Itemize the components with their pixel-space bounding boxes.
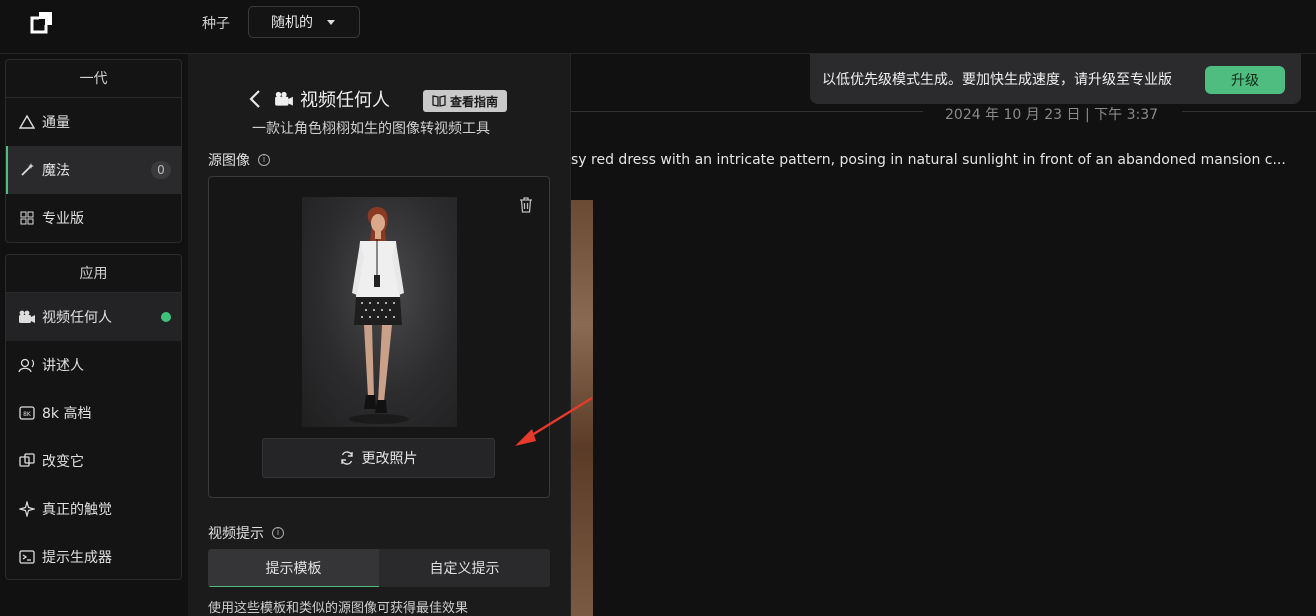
camera-icon xyxy=(18,308,36,326)
sidebar-item-change-it[interactable]: 改变它 xyxy=(6,437,181,485)
info-icon[interactable]: i xyxy=(272,527,284,539)
sidebar-item-label: 改变它 xyxy=(42,454,84,470)
divider xyxy=(571,111,923,112)
panel-header: 视频任何人 xyxy=(248,86,390,112)
nav-group-apps: 应用 视频任何人 讲述人 8K 8k 高档 改变它 真正的触觉 提示生成器 xyxy=(5,254,182,580)
sidebar-item-video-anyone[interactable]: 视频任何人 xyxy=(6,293,181,341)
active-status-dot xyxy=(161,312,171,322)
trash-icon[interactable] xyxy=(519,197,533,213)
sidebar-item-label: 8k 高档 xyxy=(42,406,92,422)
triangle-icon xyxy=(18,113,36,131)
book-icon xyxy=(432,95,446,107)
upgrade-toast: 以低优先级模式生成。要加快生成速度，请升级至专业版 升级 xyxy=(810,54,1301,104)
sidebar-item-flux[interactable]: 通量 xyxy=(6,98,181,146)
seed-select-value: 随机的 xyxy=(271,15,313,31)
video-prompt-label-text: 视频提示 xyxy=(208,526,264,542)
change-photo-button[interactable]: 更改照片 xyxy=(262,438,495,478)
sidebar-item-real-touch[interactable]: 真正的触觉 xyxy=(6,485,181,533)
sidebar-item-narrator[interactable]: 讲述人 xyxy=(6,341,181,389)
source-photo xyxy=(302,197,457,427)
generation-prompt: sy red dress with an intricate pattern, … xyxy=(571,152,1286,168)
toast-message: 以低优先级模式生成。要加快生成速度，请升级至专业版 xyxy=(822,72,1172,88)
seed-label: 种子 xyxy=(202,16,230,32)
template-hint: 使用这些模板和类似的源图像可获得最佳效果 xyxy=(208,601,469,616)
source-image-label-text: 源图像 xyxy=(208,153,250,169)
nav-group-title: 应用 xyxy=(6,255,181,293)
prompt-tabs: 提示模板 自定义提示 xyxy=(208,549,550,587)
swap-icon xyxy=(18,452,36,470)
tab-prompt-template[interactable]: 提示模板 xyxy=(208,549,379,587)
sidebar-item-label: 提示生成器 xyxy=(42,550,112,566)
8k-icon: 8K xyxy=(18,404,36,422)
sidebar-item-label: 专业版 xyxy=(42,211,84,227)
model-figure-illustration xyxy=(349,207,409,424)
sidebar-item-magic[interactable]: 魔法 0 xyxy=(6,146,181,194)
camera-icon xyxy=(275,91,293,106)
refresh-icon xyxy=(340,451,353,465)
sidebar-item-label: 通量 xyxy=(42,115,70,131)
nav-group-generation: 一代 通量 魔法 0 专业版 xyxy=(5,59,182,243)
change-photo-label: 更改照片 xyxy=(361,451,418,467)
tab-custom-prompt[interactable]: 自定义提示 xyxy=(379,549,550,587)
logo-icon[interactable] xyxy=(30,10,54,34)
sidebar-item-label: 讲述人 xyxy=(42,358,84,374)
info-icon[interactable]: i xyxy=(258,154,270,166)
chevron-left-icon[interactable] xyxy=(248,89,262,109)
upgrade-button[interactable]: 升级 xyxy=(1205,66,1285,94)
magic-wand-icon xyxy=(18,161,36,179)
sidebar-item-label: 视频任何人 xyxy=(42,310,112,326)
source-image-label: 源图像 i xyxy=(208,150,270,170)
grid-icon xyxy=(18,209,36,227)
sidebar-item-8k-upscale[interactable]: 8K 8k 高档 xyxy=(6,389,181,437)
terminal-icon xyxy=(18,548,36,566)
annotation-arrow-icon xyxy=(515,396,593,446)
sidebar-item-label: 魔法 xyxy=(42,163,70,179)
sidebar-item-pro[interactable]: 专业版 xyxy=(6,194,181,242)
sidebar-item-prompt-generator[interactable]: 提示生成器 xyxy=(6,533,181,581)
divider xyxy=(1182,111,1316,112)
page-title: 视频任何人 xyxy=(300,90,390,111)
svg-text:8K: 8K xyxy=(23,411,32,418)
sidebar-item-label: 真正的触觉 xyxy=(42,502,112,518)
source-image-box: 更改照片 xyxy=(208,176,550,498)
view-guide-label: 查看指南 xyxy=(449,94,498,109)
nav-group-title: 一代 xyxy=(6,60,181,98)
seed-select[interactable]: 随机的 xyxy=(248,6,360,38)
generation-timestamp: 2024 年 10 月 23 日 | 下午 3:37 xyxy=(945,107,1159,123)
voice-icon xyxy=(18,356,36,374)
video-prompt-label: 视频提示 i xyxy=(208,523,284,543)
sparkle-icon xyxy=(18,500,36,518)
top-bar: 种子 随机的 xyxy=(0,0,1316,54)
panel-subtitle: 一款让角色栩栩如生的图像转视频工具 xyxy=(252,121,490,137)
chevron-down-icon xyxy=(327,20,335,25)
count-badge: 0 xyxy=(151,161,171,179)
view-guide-button[interactable]: 查看指南 xyxy=(423,90,507,112)
tool-panel: 视频任何人 查看指南 一款让角色栩栩如生的图像转视频工具 源图像 i 更改照片 … xyxy=(188,54,571,616)
